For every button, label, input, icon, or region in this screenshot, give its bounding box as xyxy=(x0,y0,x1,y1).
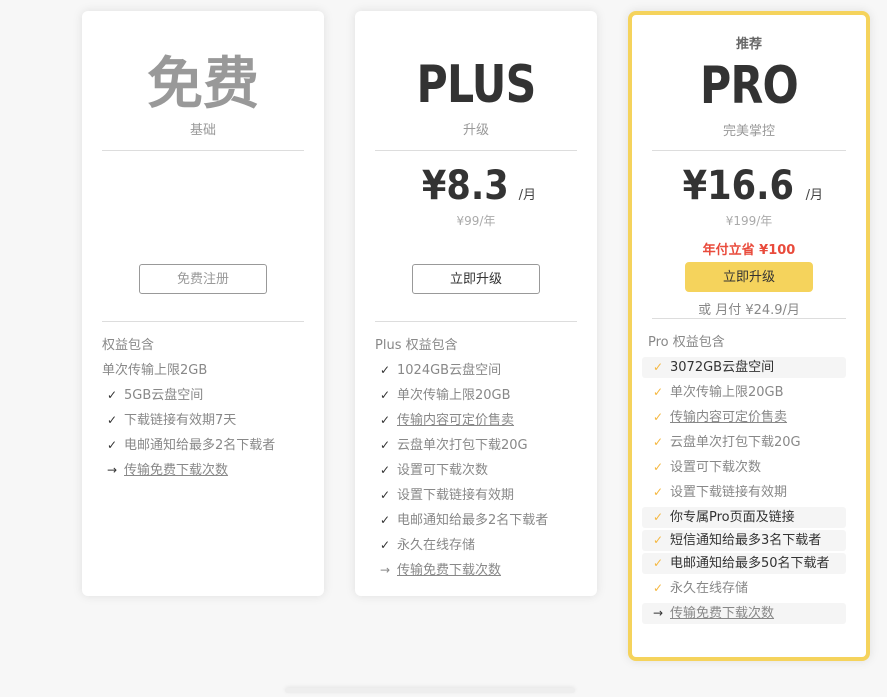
plan-title: PRO xyxy=(700,56,799,116)
check-icon: ✓ xyxy=(652,385,664,399)
free-signup-button[interactable]: 免费注册 xyxy=(139,264,267,294)
check-icon: ✓ xyxy=(652,460,664,474)
plan-card-free: 免费 基础 免费注册 权益包含 单次传输上限2GB ✓ 5GB云盘空间 ✓ 下载链接… xyxy=(82,11,324,596)
check-icon: ✓ xyxy=(652,556,664,570)
check-icon: ✓ xyxy=(652,360,664,374)
benefit-item: ✓ 设置可下载次数 xyxy=(648,455,846,480)
original-price: ¥199/年 xyxy=(725,214,773,228)
check-icon: ✓ xyxy=(379,488,391,502)
price-row: ¥16.6/月 xyxy=(632,163,866,209)
check-icon: ✓ xyxy=(652,435,664,449)
plan-subtitle: 升级 xyxy=(462,123,489,138)
benefit-item: ✓ 设置下载链接有效期 xyxy=(648,480,846,505)
benefit-item-highlight: ✓ 电邮通知给最多50名下载者 xyxy=(642,553,846,574)
divider xyxy=(652,318,846,319)
benefits-list: 权益包含 单次传输上限2GB ✓ 5GB云盘空间 ✓ 下载链接有效期7天 ✓ 电邮通知… xyxy=(102,333,304,483)
benefit-item: ✓ 云盘单次打包下载20G xyxy=(648,430,846,455)
divider xyxy=(375,150,577,151)
benefits-list: Plus 权益包含 ✓ 1024GB云盘空间 ✓ 单次传输上限20GB ✓ 传输内容可… xyxy=(375,333,577,583)
check-icon: ✓ xyxy=(379,438,391,452)
benefits-header: Plus 权益包含 xyxy=(375,338,458,353)
benefits-header: Pro 权益包含 xyxy=(648,335,725,350)
benefit-item: ✓ 电邮通知给最多2名下载者 xyxy=(375,508,577,533)
benefit-link-pricing[interactable]: ✓ 传输内容可定价售卖 xyxy=(648,405,846,430)
benefit-item: ✓ 电邮通知给最多2名下载者 xyxy=(102,433,304,458)
check-icon: ✓ xyxy=(652,533,664,547)
plan-card-plus: PLUS 升级 ¥8.3/月 ¥99/年 立即升级 Plus 权益包含 ✓ 102… xyxy=(355,11,597,596)
footer-shadow xyxy=(285,688,575,693)
benefit-item: ✓ 设置可下载次数 xyxy=(375,458,577,483)
divider xyxy=(102,150,304,151)
recommended-badge: 推荐 xyxy=(735,37,762,52)
plan-card-pro: 推荐 PRO 完美掌控 ¥16.6/月 ¥199/年 年付立省 ¥100 立即升… xyxy=(628,11,870,661)
benefit-item: ✓ 永久在线存储 xyxy=(648,576,846,601)
benefits-header: 权益包含 xyxy=(102,338,155,353)
check-icon: ✓ xyxy=(379,463,391,477)
check-icon: ✓ xyxy=(379,413,391,427)
check-icon: ✓ xyxy=(379,388,391,402)
price: ¥8.3 xyxy=(421,163,509,209)
arrow-right-icon: → xyxy=(652,606,664,620)
check-icon: ✓ xyxy=(652,581,664,595)
check-icon: ✓ xyxy=(379,513,391,527)
check-icon: ✓ xyxy=(379,363,391,377)
benefit-link-free-downloads[interactable]: → 传输免费下载次数 xyxy=(102,458,304,483)
benefits-list: Pro 权益包含 ✓ 3072GB云盘空间 ✓ 单次传输上限20GB ✓ 传输内容可定… xyxy=(642,330,846,626)
benefit-item: ✓ 1024GB云盘空间 xyxy=(375,358,577,383)
divider xyxy=(102,321,304,322)
benefit-item: ✓ 单次传输上限20GB xyxy=(648,380,846,405)
plan-title: PLUS xyxy=(416,55,537,115)
benefit-item-highlight: ✓ 3072GB云盘空间 xyxy=(642,357,846,378)
divider xyxy=(652,150,846,151)
annual-savings: 年付立省 ¥100 xyxy=(702,243,796,258)
original-price: ¥99/年 xyxy=(456,214,496,228)
price-row: ¥8.3/月 xyxy=(355,163,597,209)
check-icon: ✓ xyxy=(106,388,118,402)
plan-title: 免费 xyxy=(147,52,259,117)
check-icon: ✓ xyxy=(652,510,664,524)
benefit-item: ✓ 5GB云盘空间 xyxy=(102,383,304,408)
benefit-item-highlight: ✓ 你专属Pro页面及链接 xyxy=(642,507,846,528)
check-icon: ✓ xyxy=(379,538,391,552)
benefit-item: ✓ 设置下载链接有效期 xyxy=(375,483,577,508)
benefit-item: 单次传输上限2GB xyxy=(102,363,208,378)
price-period: /月 xyxy=(805,188,823,203)
benefit-item: ✓ 云盘单次打包下载20G xyxy=(375,433,577,458)
benefit-link-pricing[interactable]: ✓ 传输内容可定价售卖 xyxy=(375,408,577,433)
check-icon: ✓ xyxy=(106,438,118,452)
upgrade-pro-button[interactable]: 立即升级 xyxy=(685,262,813,292)
plan-subtitle: 完美掌控 xyxy=(722,124,775,139)
price-period: /月 xyxy=(518,188,537,203)
benefit-item: ✓ 下载链接有效期7天 xyxy=(102,408,304,433)
benefit-item: ✓ 永久在线存储 xyxy=(375,533,577,558)
arrow-right-icon: → xyxy=(379,563,391,577)
benefit-link-free-downloads[interactable]: → 传输免费下载次数 xyxy=(375,558,577,583)
check-icon: ✓ xyxy=(106,413,118,427)
arrow-right-icon: → xyxy=(106,463,118,477)
check-icon: ✓ xyxy=(652,410,664,424)
monthly-option[interactable]: 或 月付 ¥24.9/月 xyxy=(632,299,866,318)
benefit-item: ✓ 单次传输上限20GB xyxy=(375,383,577,408)
price: ¥16.6 xyxy=(682,163,794,209)
plan-subtitle: 基础 xyxy=(189,123,216,138)
divider xyxy=(375,321,577,322)
benefit-item-highlight: ✓ 短信通知给最多3名下载者 xyxy=(642,530,846,551)
upgrade-plus-button[interactable]: 立即升级 xyxy=(412,264,540,294)
check-icon: ✓ xyxy=(652,485,664,499)
benefit-link-free-downloads[interactable]: → 传输免费下载次数 xyxy=(642,603,846,624)
